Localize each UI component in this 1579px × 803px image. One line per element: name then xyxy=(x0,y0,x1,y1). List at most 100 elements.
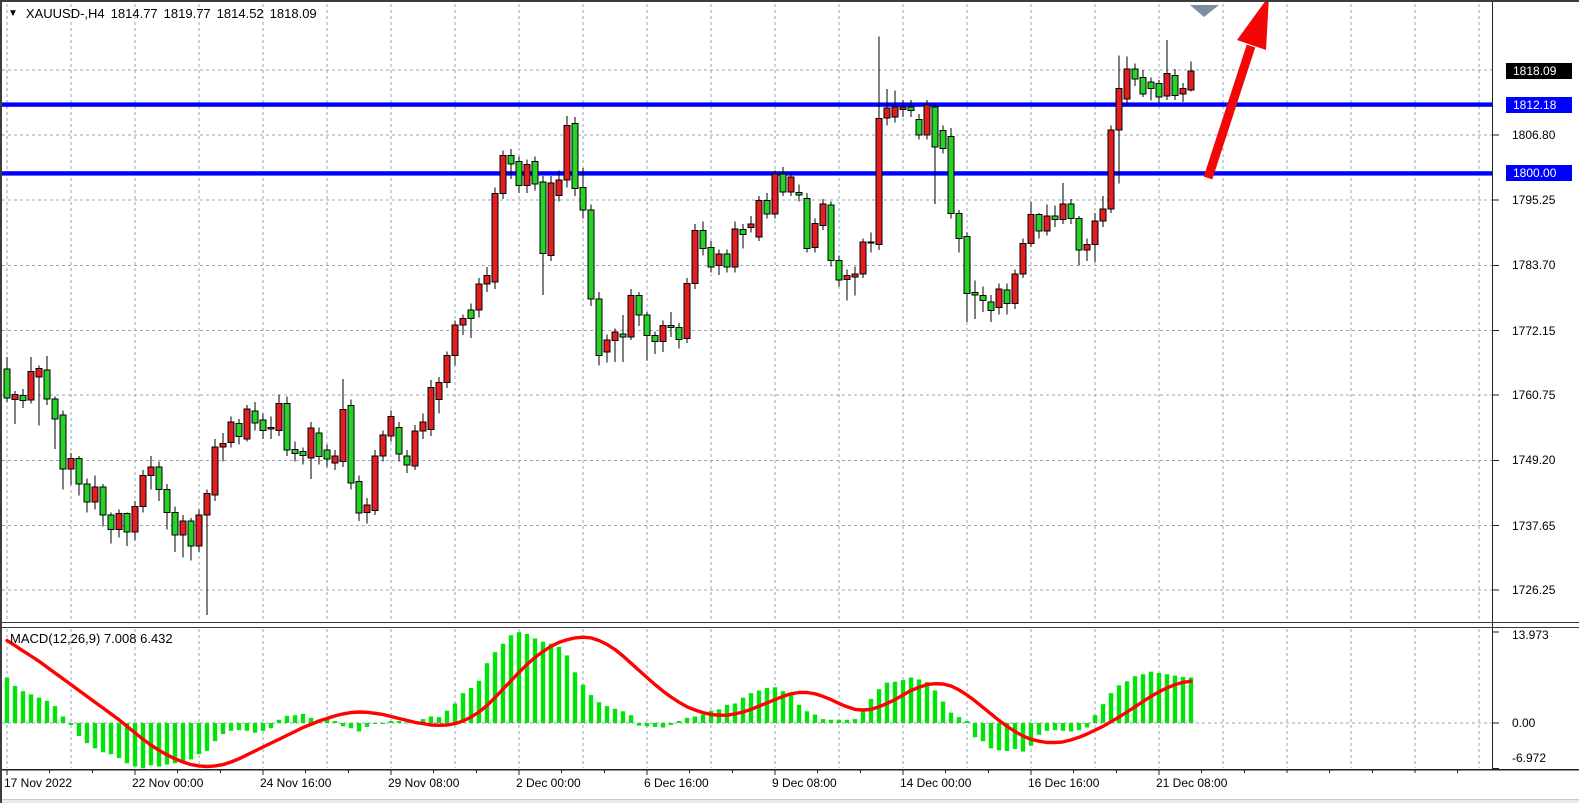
candle-body xyxy=(1060,204,1066,220)
candle-body xyxy=(764,201,770,215)
macd-histogram-bar xyxy=(357,723,361,731)
macd-histogram-bar xyxy=(349,723,353,728)
candle-body xyxy=(212,447,218,495)
candle-body xyxy=(196,515,202,546)
candle-body xyxy=(1148,82,1154,89)
macd-histogram-bar xyxy=(533,639,537,724)
macd-histogram-bar xyxy=(853,719,857,723)
candle-body xyxy=(908,107,914,111)
macd-histogram-bar xyxy=(925,682,929,723)
macd-histogram-bar xyxy=(1157,673,1161,723)
candle-body xyxy=(332,456,338,463)
time-axis-label: 16 Dec 16:00 xyxy=(1028,776,1099,790)
macd-histogram-bar xyxy=(941,702,945,723)
candle-body xyxy=(828,205,834,260)
candle-body xyxy=(756,201,762,238)
time-axis-label: 6 Dec 16:00 xyxy=(644,776,709,790)
macd-min-label: -6.972 xyxy=(1512,750,1578,766)
candle-body xyxy=(108,515,114,529)
candle-body xyxy=(156,467,162,490)
candle-body xyxy=(772,174,778,214)
candle-body xyxy=(1020,243,1026,274)
candle-body xyxy=(492,194,498,282)
candle-body xyxy=(1052,216,1058,220)
macd-histogram-bar xyxy=(1045,723,1049,731)
macd-histogram-bar xyxy=(1125,681,1129,723)
macd-histogram-bar xyxy=(973,723,977,737)
chart-canvas[interactable] xyxy=(2,2,1579,803)
macd-histogram-bar xyxy=(989,723,993,748)
macd-histogram-bar xyxy=(661,723,665,728)
axis-ticks xyxy=(7,135,1499,775)
macd-histogram-bar xyxy=(341,723,345,726)
macd-current-value: 7.008 xyxy=(104,631,137,646)
chart-header: ▼ XAUUSD-,H4 1814.77 1819.77 1814.52 181… xyxy=(8,6,317,21)
candle-body xyxy=(996,289,1002,307)
macd-label: MACD(12,26,9) 7.008 6.432 xyxy=(10,631,173,646)
horizontal-support-resistance-lines[interactable] xyxy=(2,102,1492,175)
trend-arrow[interactable] xyxy=(1208,2,1269,178)
ohlc-high: 1819.77 xyxy=(164,6,211,21)
candle-body xyxy=(564,125,570,180)
macd-histogram-bar xyxy=(29,694,33,723)
candle-body xyxy=(396,428,402,455)
macd-histogram-bar xyxy=(693,717,697,724)
macd-histogram-bar xyxy=(605,706,609,723)
macd-histogram-bar xyxy=(773,687,777,723)
macd-histogram-bar xyxy=(389,721,393,723)
macd-histogram-bar xyxy=(277,720,281,723)
candle-body xyxy=(684,284,690,339)
triangle-marker-icon[interactable] xyxy=(1190,5,1219,17)
macd-histogram-bar xyxy=(893,682,897,723)
macd-histogram-bar xyxy=(1077,723,1081,730)
price-level-line[interactable] xyxy=(2,171,1492,175)
macd-histogram-bar xyxy=(637,723,641,726)
macd-histogram-bar xyxy=(333,721,337,723)
candle-body xyxy=(604,340,610,352)
candle-body xyxy=(732,229,738,267)
price-tick-label: 1806.80 xyxy=(1512,127,1578,143)
macd-histogram-bar xyxy=(85,723,89,743)
macd-histogram-bar xyxy=(573,672,577,723)
price-level-line[interactable] xyxy=(2,102,1492,106)
macd-histogram-bar xyxy=(653,723,657,727)
candle-body xyxy=(780,174,786,192)
macd-histogram-bar xyxy=(1053,723,1057,730)
macd-histogram-bar xyxy=(21,691,25,723)
candle-body xyxy=(612,332,618,340)
macd-histogram-bar xyxy=(837,720,841,723)
macd-histogram-bar xyxy=(789,694,793,723)
macd-histogram-bar xyxy=(197,723,201,754)
macd-histogram-bar xyxy=(797,705,801,723)
candle-body xyxy=(228,422,234,442)
price-tick-label: 1760.75 xyxy=(1512,387,1578,403)
macd-histogram-bar xyxy=(1189,677,1193,723)
candle-body xyxy=(532,162,538,185)
candle-body xyxy=(364,505,370,512)
candle-body xyxy=(172,512,178,535)
candle-body xyxy=(180,521,186,535)
candle-body xyxy=(956,214,962,239)
candle-body xyxy=(436,382,442,399)
candlesticks xyxy=(4,37,1194,615)
symbol-dropdown-icon[interactable]: ▼ xyxy=(8,8,18,19)
candle-body xyxy=(1076,219,1082,251)
price-tick-label: 1726.25 xyxy=(1512,582,1578,598)
macd-histogram-bar xyxy=(621,711,625,723)
macd-histogram-bar xyxy=(285,716,289,723)
candle-body xyxy=(76,459,82,484)
candle-body xyxy=(1172,76,1178,96)
macd-histogram-bar xyxy=(557,647,561,723)
candle-body xyxy=(372,456,378,511)
candle-body xyxy=(924,105,930,135)
macd-histogram-bar xyxy=(189,723,193,759)
candle-body xyxy=(660,325,666,341)
candle-body xyxy=(1068,204,1074,219)
candle-body xyxy=(548,183,554,255)
candle-body xyxy=(316,433,322,456)
macd-histogram-bar xyxy=(1165,674,1169,723)
macd-histogram-bar xyxy=(117,723,121,758)
macd-histogram-bar xyxy=(517,632,521,723)
macd-histogram-bar xyxy=(1085,723,1089,728)
macd-histogram-bar xyxy=(77,723,81,736)
